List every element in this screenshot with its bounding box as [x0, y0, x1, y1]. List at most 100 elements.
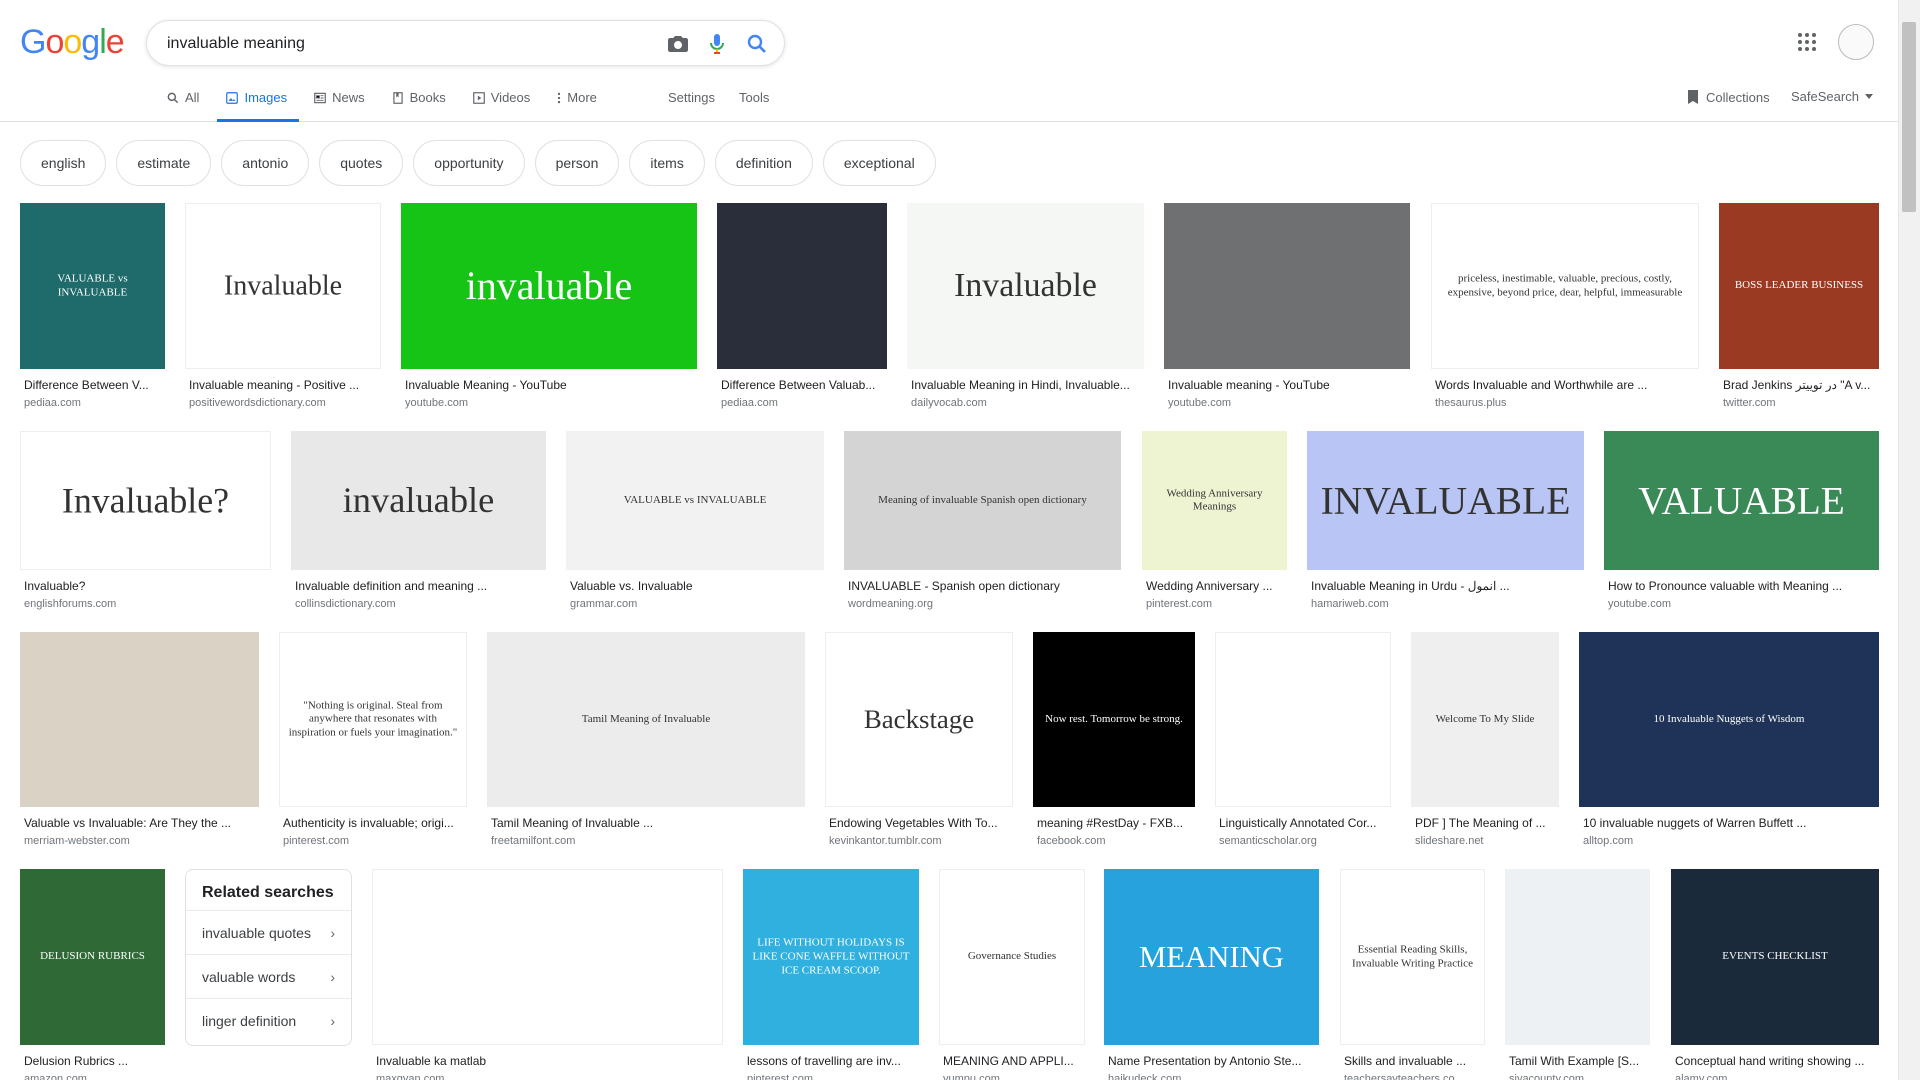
result-thumbnail[interactable]: Invaluable: [907, 203, 1144, 369]
tab-all[interactable]: All: [166, 90, 199, 122]
search-input[interactable]: [167, 33, 637, 55]
result-thumbnail[interactable]: VALUABLE: [1604, 431, 1879, 570]
result-title[interactable]: Tamil With Example [S...: [1509, 1054, 1648, 1068]
thumbnail-text: LIFE WITHOUT HOLIDAYS IS LIKE CONE WAFFL…: [752, 936, 910, 976]
chip[interactable]: opportunity: [413, 140, 525, 186]
result-title[interactable]: Name Presentation by Antonio Ste...: [1108, 1054, 1317, 1068]
result-title[interactable]: Brad Jenkins در توییتر "A v...: [1723, 378, 1877, 392]
result-thumbnail[interactable]: [372, 869, 723, 1045]
tab-images[interactable]: Images: [217, 90, 299, 122]
search-icon[interactable]: [745, 32, 769, 56]
result-title[interactable]: Invaluable?: [24, 579, 269, 593]
result-title[interactable]: Delusion Rubrics ...: [24, 1054, 163, 1068]
result-title[interactable]: Authenticity is invaluable; origi...: [283, 816, 465, 830]
safesearch-label: SafeSearch: [1791, 89, 1859, 104]
result-source: amazon.com: [24, 1073, 87, 1080]
result-thumbnail[interactable]: [1164, 203, 1410, 369]
chip[interactable]: antonio: [221, 140, 310, 186]
tools-link[interactable]: Tools: [739, 90, 769, 105]
result-thumbnail[interactable]: Tamil Meaning of Invaluable: [487, 632, 805, 807]
result-title[interactable]: Difference Between Valuab...: [721, 378, 885, 392]
search-box[interactable]: [146, 20, 785, 66]
microphone-icon[interactable]: [705, 32, 729, 56]
collections-link[interactable]: Collections: [1686, 89, 1770, 105]
result-title[interactable]: Conceptual hand writing showing ...: [1675, 1054, 1877, 1068]
apps-grid-icon[interactable]: [1795, 30, 1819, 54]
result-thumbnail[interactable]: [20, 632, 259, 807]
result-thumbnail[interactable]: Welcome To My Slide: [1411, 632, 1559, 807]
result-thumbnail[interactable]: EVENTS CHECKLIST: [1671, 869, 1879, 1045]
tab-more[interactable]: More: [556, 90, 597, 122]
related-item[interactable]: linger definition ›: [186, 998, 351, 1042]
tab-books[interactable]: Books: [391, 90, 446, 122]
result-thumbnail[interactable]: 10 Invaluable Nuggets of Wisdom: [1579, 632, 1879, 807]
result-thumbnail[interactable]: "Nothing is original. Steal from anywher…: [279, 632, 467, 807]
chip[interactable]: estimate: [116, 140, 212, 186]
result-thumbnail[interactable]: BOSS LEADER BUSINESS: [1719, 203, 1879, 369]
chip[interactable]: person: [534, 140, 620, 186]
tab-videos[interactable]: Videos: [472, 90, 530, 122]
result-title[interactable]: Difference Between V...: [24, 378, 163, 392]
chip[interactable]: exceptional: [822, 140, 936, 186]
result-title[interactable]: How to Pronounce valuable with Meaning .…: [1608, 579, 1877, 593]
result-thumbnail[interactable]: Invaluable?: [20, 431, 271, 570]
result-thumbnail[interactable]: [717, 203, 887, 369]
result-thumbnail[interactable]: VALUABLE vs INVALUABLE: [20, 203, 165, 369]
result-thumbnail[interactable]: [1505, 869, 1650, 1045]
result-title[interactable]: lessons of travelling are inv...: [747, 1054, 917, 1068]
chip[interactable]: definition: [714, 140, 813, 186]
result-thumbnail[interactable]: Governance Studies: [939, 869, 1085, 1045]
settings-link[interactable]: Settings: [668, 90, 715, 105]
result-title[interactable]: Tamil Meaning of Invaluable ...: [491, 816, 803, 830]
result-title[interactable]: Invaluable Meaning in Hindi, Invaluable.…: [911, 378, 1142, 392]
result-title[interactable]: Valuable vs Invaluable: Are They the ...: [24, 816, 257, 830]
chip[interactable]: items: [629, 140, 705, 186]
result-thumbnail[interactable]: MEANING: [1104, 869, 1319, 1045]
result-title[interactable]: Skills and invaluable ...: [1344, 1054, 1483, 1068]
result-thumbnail[interactable]: priceless, inestimable, valuable, precio…: [1431, 203, 1699, 369]
related-item[interactable]: valuable words ›: [186, 954, 351, 998]
result-thumbnail[interactable]: Backstage: [825, 632, 1013, 807]
result-thumbnail[interactable]: Meaning of invaluable Spanish open dicti…: [844, 431, 1121, 570]
result-thumbnail[interactable]: invaluable: [401, 203, 697, 369]
thumbnail-text: MEANING: [1139, 939, 1284, 974]
result-title[interactable]: Invaluable meaning - YouTube: [1168, 378, 1408, 392]
result-thumbnail[interactable]: Invaluable: [185, 203, 381, 369]
result-title[interactable]: INVALUABLE - Spanish open dictionary: [848, 579, 1119, 593]
result-thumbnail[interactable]: INVALUABLE: [1307, 431, 1584, 570]
result-title[interactable]: Invaluable Meaning - YouTube: [405, 378, 695, 392]
result-thumbnail[interactable]: Now rest. Tomorrow be strong.: [1033, 632, 1195, 807]
scrollbar-thumb[interactable]: [1902, 22, 1916, 212]
result-thumbnail[interactable]: DELUSION RUBRICS: [20, 869, 165, 1045]
result-title[interactable]: Invaluable ka matlab: [376, 1054, 721, 1068]
result-thumbnail[interactable]: invaluable: [291, 431, 546, 570]
result-title[interactable]: PDF ] The Meaning of ...: [1415, 816, 1557, 830]
chip[interactable]: quotes: [319, 140, 404, 186]
result-title[interactable]: Invaluable Meaning in Urdu - انمول ...: [1311, 579, 1582, 593]
related-item-label: invaluable quotes: [202, 924, 311, 941]
result-source: freetamilfont.com: [491, 835, 576, 847]
result-title[interactable]: Linguistically Annotated Cor...: [1219, 816, 1389, 830]
result-title[interactable]: Invaluable definition and meaning ...: [295, 579, 544, 593]
result-thumbnail[interactable]: VALUABLE vs INVALUABLE: [566, 431, 824, 570]
google-logo[interactable]: Google: [20, 23, 125, 62]
result-title[interactable]: Invaluable meaning - Positive ...: [189, 378, 379, 392]
related-item[interactable]: invaluable quotes ›: [186, 910, 351, 954]
camera-icon[interactable]: [666, 32, 690, 56]
chip[interactable]: english: [20, 140, 107, 186]
account-avatar[interactable]: [1838, 24, 1874, 60]
result-title[interactable]: Wedding Anniversary ...: [1146, 579, 1285, 593]
result-thumbnail[interactable]: LIFE WITHOUT HOLIDAYS IS LIKE CONE WAFFL…: [743, 869, 919, 1045]
result-thumbnail[interactable]: [1215, 632, 1391, 807]
safesearch-menu[interactable]: SafeSearch: [1791, 89, 1873, 104]
result-title[interactable]: meaning #RestDay - FXB...: [1037, 816, 1193, 830]
result-title[interactable]: Endowing Vegetables With To...: [829, 816, 1011, 830]
result-title[interactable]: Words Invaluable and Worthwhile are ...: [1435, 378, 1697, 392]
result-title[interactable]: MEANING AND APPLI...: [943, 1054, 1083, 1068]
tab-news[interactable]: News: [313, 90, 365, 122]
result-thumbnail[interactable]: Wedding Anniversary Meanings: [1142, 431, 1287, 570]
result-thumbnail[interactable]: Essential Reading Skills, Invaluable Wri…: [1340, 869, 1485, 1045]
result-title[interactable]: Valuable vs. Invaluable: [570, 579, 822, 593]
result-title[interactable]: 10 invaluable nuggets of Warren Buffett …: [1583, 816, 1877, 830]
result-source: haikudeck.com: [1108, 1073, 1182, 1080]
